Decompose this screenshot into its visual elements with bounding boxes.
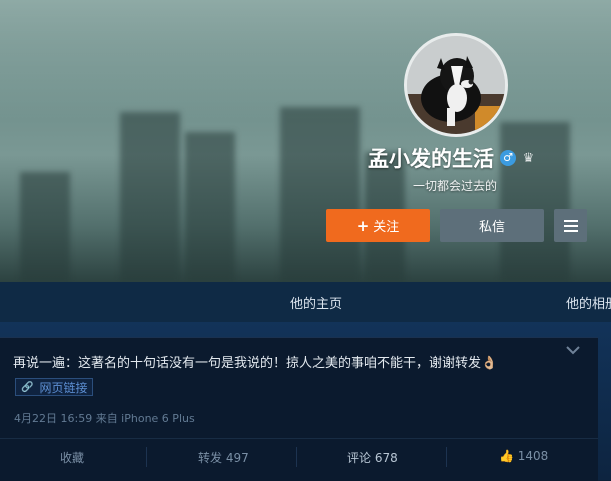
hamburger-icon	[563, 219, 578, 232]
like-count: 1408	[517, 449, 549, 463]
web-link[interactable]: 🔗 网页链接	[15, 378, 94, 396]
crown-icon[interactable]: ♛	[520, 150, 537, 167]
tab-home[interactable]: 他的主页	[290, 293, 342, 312]
cover-building	[20, 172, 70, 282]
cover-building	[185, 132, 235, 282]
post-actions: 收藏 转发 497 评论 678 👍 1408	[0, 438, 598, 475]
thumbs-up-icon: 👍	[499, 449, 514, 463]
like-button[interactable]: 👍 1408	[499, 449, 548, 463]
profile-name: 孟小发的生活	[368, 147, 494, 171]
male-icon: ♂	[500, 150, 516, 166]
comment-button[interactable]: 评论 678	[347, 449, 398, 466]
post-meta[interactable]: 4月22日 16:59 来自 iPhone 6 Plus	[14, 410, 195, 426]
post-text: 再说一遍：这著名的十句话没有一句是我说的！掠人之美的事咱不能干，谢谢转发👌🏼	[13, 356, 498, 371]
follow-label: 关注	[373, 220, 400, 235]
follow-button[interactable]: + 关注	[326, 209, 430, 242]
plus-icon: +	[356, 216, 370, 235]
repost-button[interactable]: 转发 497	[198, 449, 249, 466]
favorite-button[interactable]: 收藏	[60, 449, 84, 466]
more-menu-button[interactable]	[554, 209, 587, 242]
web-link-label: 网页链接	[39, 380, 88, 395]
avatar[interactable]	[404, 33, 508, 137]
profile-bio: 一切都会过去的	[413, 179, 498, 193]
dog-avatar-image	[407, 36, 505, 134]
tab-album[interactable]: 他的相册	[566, 293, 611, 312]
divider	[296, 447, 297, 467]
profile-name-row: 孟小发的生活 ♂ ♛	[368, 143, 537, 173]
cover-building	[280, 107, 360, 282]
divider	[446, 447, 447, 467]
profile-nav: 他的主页 他的相册	[0, 282, 611, 323]
cover-building	[120, 112, 180, 282]
cover-fog	[0, 0, 611, 120]
chevron-down-icon[interactable]	[566, 345, 580, 355]
link-icon: 🔗	[21, 381, 34, 393]
divider	[146, 447, 147, 467]
message-button[interactable]: 私信	[440, 209, 544, 242]
message-label: 私信	[478, 220, 505, 235]
